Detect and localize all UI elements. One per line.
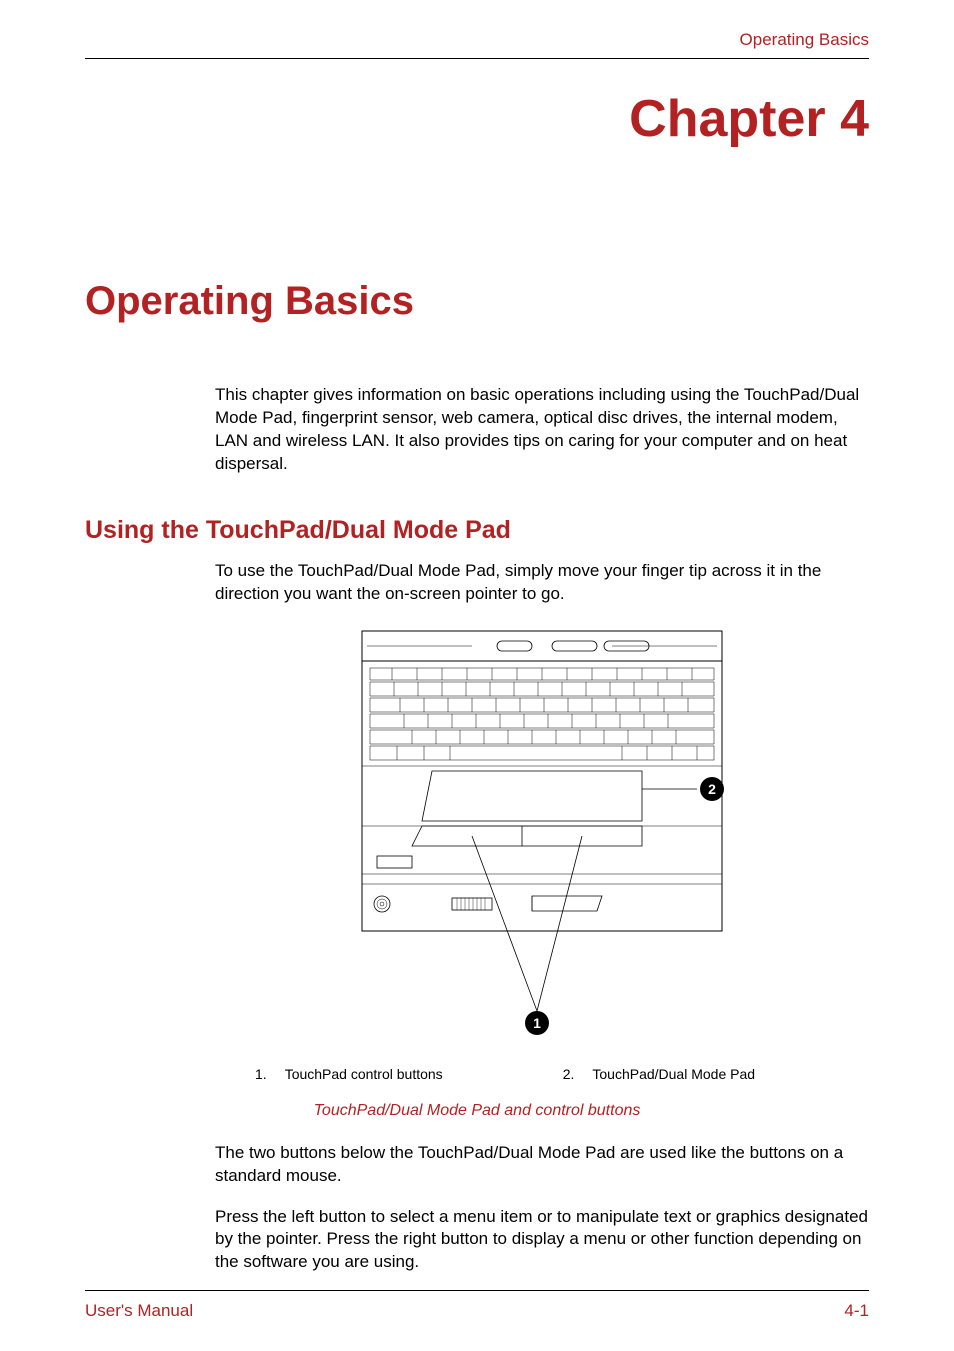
callout-1-label: 1 <box>533 1015 541 1031</box>
body-paragraph-1: To use the TouchPad/Dual Mode Pad, simpl… <box>215 560 869 606</box>
page-footer: User's Manual 4-1 <box>85 1290 869 1321</box>
header-breadcrumb: Operating Basics <box>85 30 869 50</box>
footer-divider <box>85 1290 869 1291</box>
legend-1-number: 1. <box>255 1066 267 1082</box>
legend-1-text: TouchPad control buttons <box>285 1066 443 1082</box>
legend-2-text: TouchPad/Dual Mode Pad <box>592 1066 755 1082</box>
figure-caption: TouchPad/Dual Mode Pad and control butto… <box>85 1102 869 1120</box>
footer-page-number: 4-1 <box>844 1301 869 1321</box>
body-paragraph-2: The two buttons below the TouchPad/Dual … <box>215 1142 869 1188</box>
figure-legend: 1. TouchPad control buttons 2. TouchPad/… <box>215 1066 869 1082</box>
subsection-title: Using the TouchPad/Dual Mode Pad <box>85 516 869 545</box>
legend-item-2: 2. TouchPad/Dual Mode Pad <box>563 1066 755 1082</box>
laptop-illustration: 2 1 <box>342 626 742 1046</box>
chapter-title: Chapter 4 <box>85 89 869 149</box>
section-title: Operating Basics <box>85 279 869 324</box>
legend-item-1: 1. TouchPad control buttons <box>255 1066 443 1082</box>
header-divider <box>85 58 869 59</box>
intro-paragraph: This chapter gives information on basic … <box>215 384 869 476</box>
legend-2-number: 2. <box>563 1066 575 1082</box>
callout-2-label: 2 <box>708 781 716 797</box>
footer-manual-label: User's Manual <box>85 1301 193 1321</box>
figure-laptop-diagram: 2 1 <box>215 626 869 1051</box>
body-paragraph-3: Press the left button to select a menu i… <box>215 1206 869 1275</box>
